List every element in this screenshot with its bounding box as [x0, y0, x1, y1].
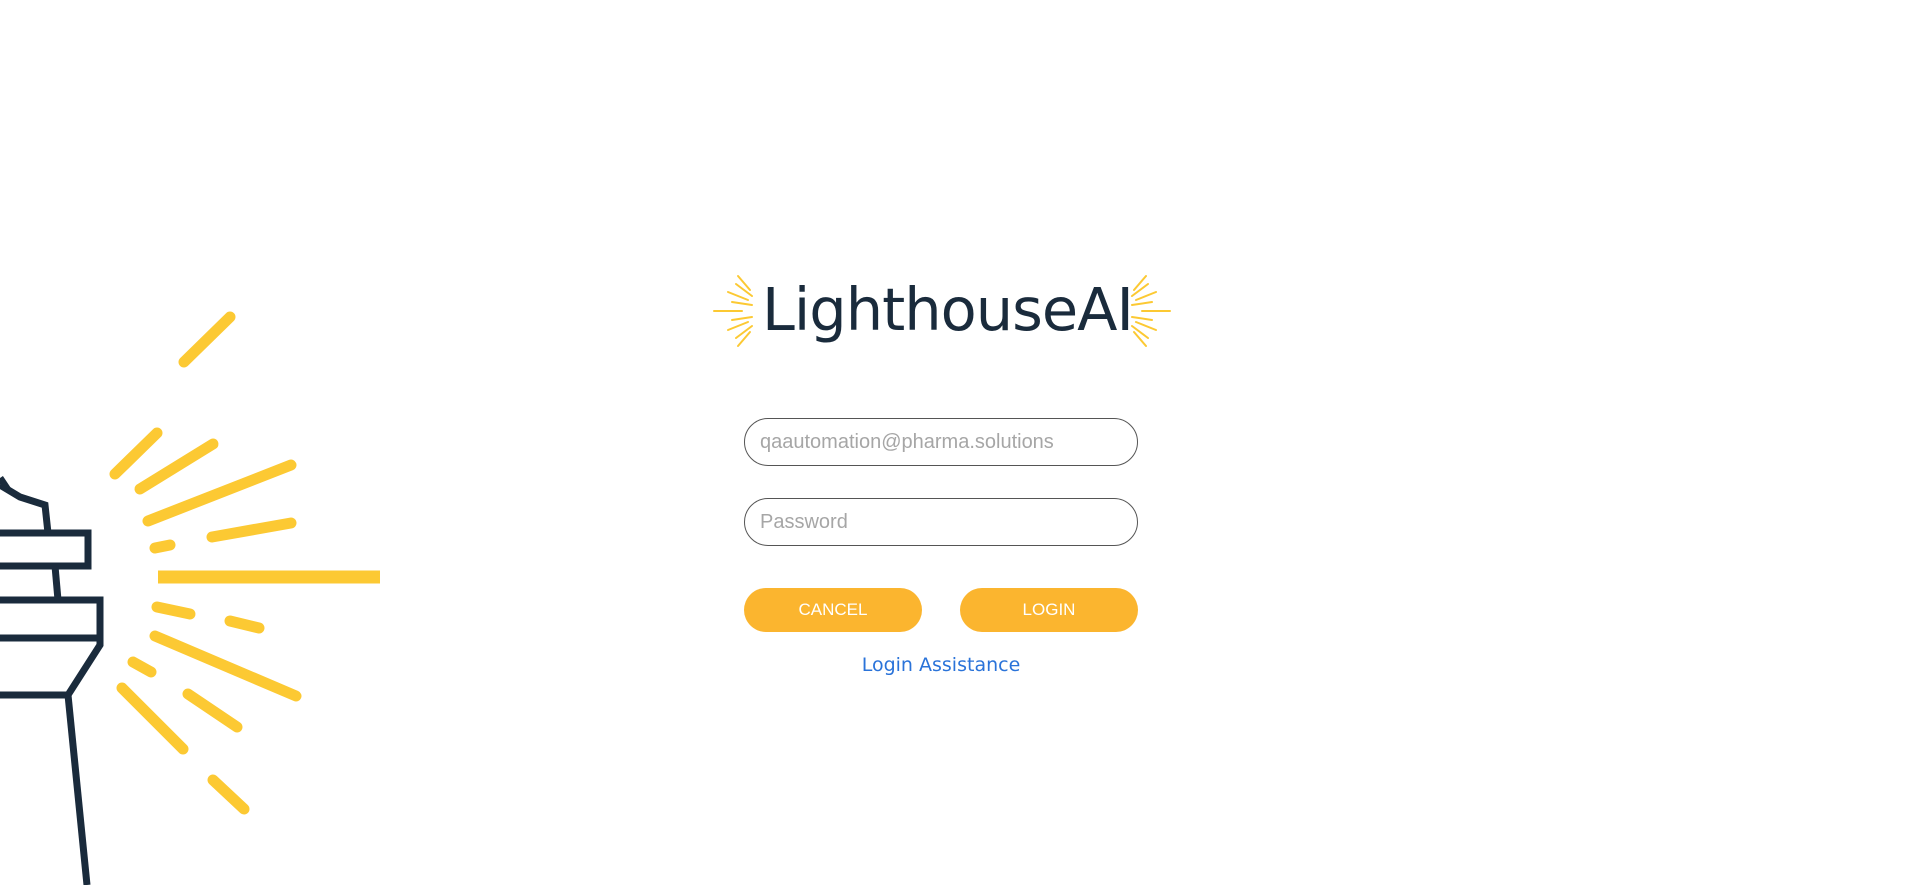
login-button[interactable]: LOGIN [960, 588, 1138, 632]
lighthouse-icon [0, 311, 380, 885]
password-field[interactable] [744, 498, 1138, 546]
brand-name: LighthouseAI [762, 275, 1134, 344]
sunburst-left-icon [713, 275, 753, 347]
login-page: LighthouseAI CANCEL LOGIN Login Assistan… [0, 0, 1920, 885]
login-assistance-link[interactable]: Login Assistance [744, 654, 1138, 676]
cancel-button[interactable]: CANCEL [744, 588, 922, 632]
brand-logo: LighthouseAI [712, 268, 1172, 352]
sunburst-right-icon [1131, 275, 1171, 347]
email-field[interactable] [744, 418, 1138, 466]
